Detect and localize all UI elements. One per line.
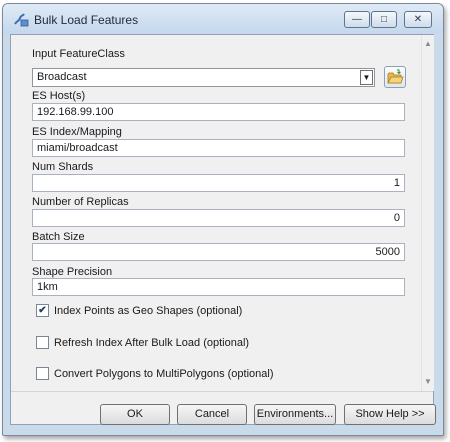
browse-button[interactable]: [384, 66, 406, 88]
geo-shapes-option[interactable]: ✔ Index Points as Geo Shapes (optional): [36, 304, 242, 317]
title-bar[interactable]: Bulk Load Features — □ ✕: [3, 4, 443, 34]
toolbox-script-icon: [12, 11, 30, 27]
dialog-client: Input FeatureClass Broadcast ▼ ES Host(s…: [10, 34, 436, 425]
batch-size-input[interactable]: 5000: [32, 243, 405, 261]
environments-button[interactable]: Environments...: [254, 404, 336, 425]
geo-shapes-checkbox[interactable]: ✔: [36, 304, 49, 317]
window-title: Bulk Load Features: [34, 13, 139, 27]
refresh-index-checkbox[interactable]: [36, 336, 49, 349]
num-shards-input[interactable]: 1: [32, 174, 405, 192]
show-help-button[interactable]: Show Help >>: [344, 404, 436, 425]
close-button[interactable]: ✕: [404, 11, 432, 28]
cancel-button[interactable]: Cancel: [177, 404, 247, 425]
batch-size-label: Batch Size: [32, 231, 85, 243]
scroll-down-icon[interactable]: ▼: [424, 377, 432, 386]
shape-precision-input[interactable]: 1km: [32, 278, 405, 296]
refresh-index-label: Refresh Index After Bulk Load (optional): [54, 336, 250, 349]
maximize-icon: □: [380, 14, 388, 25]
replicas-label: Number of Replicas: [32, 196, 129, 208]
input-featureclass-value: Broadcast: [37, 71, 87, 83]
minimize-button[interactable]: —: [344, 11, 370, 28]
replicas-input[interactable]: 0: [32, 209, 405, 227]
es-host-input[interactable]: 192.168.99.100: [32, 103, 405, 121]
geo-shapes-label: Index Points as Geo Shapes (optional): [54, 304, 243, 317]
chevron-down-icon[interactable]: ▼: [360, 70, 373, 85]
es-host-label: ES Host(s): [32, 90, 86, 102]
input-featureclass-dropdown[interactable]: Broadcast ▼: [32, 68, 375, 87]
es-index-label: ES Index/Mapping: [32, 126, 122, 138]
close-icon: ✕: [413, 14, 423, 25]
parameters-panel: Input FeatureClass Broadcast ▼ ES Host(s…: [11, 35, 421, 391]
num-shards-label: Num Shards: [32, 161, 94, 173]
multipolygon-checkbox[interactable]: [36, 367, 49, 380]
shape-precision-label: Shape Precision: [32, 266, 113, 278]
scroll-up-icon[interactable]: ▲: [424, 39, 432, 48]
minimize-icon: —: [352, 14, 362, 25]
refresh-index-option[interactable]: Refresh Index After Bulk Load (optional): [36, 336, 249, 349]
footer-divider: [11, 391, 433, 392]
open-folder-icon: [385, 69, 405, 90]
dialog-window: Bulk Load Features — □ ✕ Input FeatureCl…: [2, 3, 444, 436]
multipolygon-option[interactable]: Convert Polygons to MultiPolygons (optio…: [36, 367, 274, 380]
vertical-scrollbar[interactable]: ▲ ▼: [421, 35, 434, 391]
maximize-button[interactable]: □: [371, 11, 397, 28]
ok-button[interactable]: OK: [100, 404, 170, 425]
es-index-input[interactable]: miami/broadcast: [32, 139, 405, 157]
multipolygon-label: Convert Polygons to MultiPolygons (optio…: [54, 367, 274, 380]
input-featureclass-label: Input FeatureClass: [32, 48, 125, 60]
